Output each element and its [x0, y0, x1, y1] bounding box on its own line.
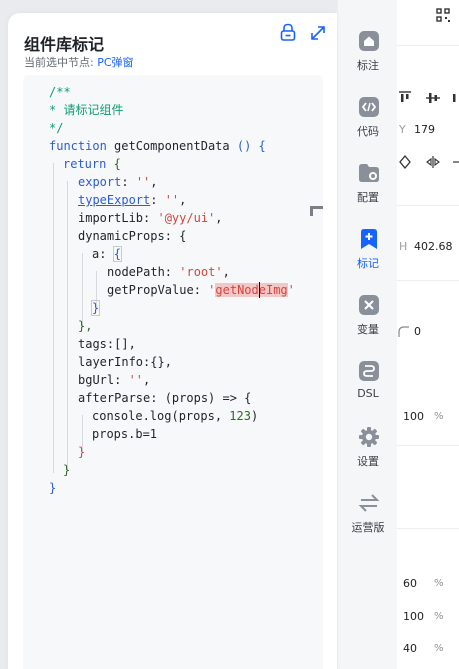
divider [397, 280, 459, 281]
code-line: tags:[], [78, 337, 136, 351]
tool-mark-label: 标记 [357, 257, 379, 270]
component-mark-card: 组件库标记 当前选中节点: PC弹窗 /** * 请标记组件 */ functi… [8, 13, 337, 669]
code-line: afterParse: (props) => { [78, 391, 252, 405]
value-2[interactable]: 100 [403, 610, 424, 623]
side-toolbar: 标注 代码 配置 标记 变量 DSL 设置 运营版 [337, 0, 397, 669]
tool-annotate[interactable]: 标注 [338, 30, 398, 86]
indent-guide [67, 181, 68, 471]
bookmark-add-icon [361, 229, 377, 249]
tool-config-label: 配置 [357, 191, 379, 204]
opacity-unit: % [434, 411, 444, 422]
app-root: Y 179 H 402.68 0 100 % 60 % 100 % 40 % 标… [0, 0, 459, 669]
card-title: 组件库标记 [24, 35, 105, 54]
value-1-unit: % [434, 578, 444, 589]
code-line: } [63, 463, 71, 477]
h-value[interactable]: 402.68 [414, 240, 453, 253]
value-3-unit: % [434, 643, 444, 654]
rotate-icon[interactable] [398, 155, 412, 169]
text-cursor [259, 282, 260, 298]
code-line: * 请标记组件 [49, 103, 124, 117]
code-line: bgUrl: '', [78, 373, 151, 387]
code-line: console.log(props, 123) [92, 409, 259, 423]
code-line: layerInfo:{}, [78, 355, 172, 369]
code-line: a: { [92, 246, 122, 262]
switch-arrows-icon [358, 494, 380, 512]
qrcode-icon[interactable] [436, 8, 450, 22]
tool-mark[interactable]: 标记 [338, 228, 398, 284]
tool-settings[interactable]: 设置 [338, 426, 398, 482]
code-line: return { [63, 157, 121, 171]
y-label: Y [399, 123, 406, 136]
tool-variable[interactable]: 变量 [338, 294, 398, 350]
dsl-icon [359, 361, 379, 381]
tool-config[interactable]: 配置 [338, 162, 398, 218]
tool-settings-label: 设置 [357, 455, 379, 468]
corner-radius-value[interactable]: 0 [414, 325, 421, 338]
code-line: dynamicProps: { [78, 229, 187, 243]
divider [397, 445, 459, 446]
variable-icon [359, 295, 379, 315]
h-label: H [399, 240, 408, 253]
flip-horizontal-icon[interactable] [426, 155, 440, 169]
code-line: nodePath: 'root', [107, 265, 230, 279]
value-2-unit: % [434, 611, 444, 622]
tool-annotate-label: 标注 [357, 59, 379, 72]
tool-code[interactable]: 代码 [338, 96, 398, 152]
code-line: /** [49, 85, 71, 99]
align-bottom-icon[interactable] [452, 91, 459, 105]
code-line: importLib: '@yy/ui', [78, 211, 223, 225]
opacity-value[interactable]: 100 [403, 410, 424, 423]
value-3[interactable]: 40 [403, 642, 417, 655]
code-line: function getComponentData () { [49, 139, 266, 153]
indent-guide [53, 163, 54, 473]
code-line: props.b=1 [92, 427, 158, 441]
align-left-icon[interactable] [398, 91, 412, 105]
gear-icon [359, 427, 379, 447]
selected-node-info: 当前选中节点: PC弹窗 [24, 54, 134, 70]
code-line: */ [49, 121, 64, 135]
divider [397, 205, 459, 206]
divider [397, 528, 459, 529]
selected-node-name[interactable]: PC弹窗 [97, 56, 133, 69]
align-center-vertical-icon[interactable] [426, 91, 440, 105]
indent-guide [82, 253, 83, 327]
code-line: } [78, 445, 86, 459]
tool-variable-label: 变量 [357, 323, 379, 336]
code-line: typeExport: '', [78, 193, 187, 207]
code-line: } [49, 481, 57, 495]
folder-settings-icon [359, 164, 379, 182]
code-editor[interactable]: /** * 请标记组件 */ function getComponentData… [23, 75, 323, 669]
divider [397, 45, 459, 46]
tool-ops-version[interactable]: 运营版 [338, 492, 398, 548]
tool-code-label: 代码 [357, 125, 379, 138]
code-line: getPropValue: 'getNodeImg' [107, 283, 295, 297]
corner-radius-icon [398, 326, 409, 337]
tool-ops-version-label: 运营版 [351, 521, 385, 534]
home-icon [359, 31, 379, 51]
scrollbar-marker-tick [310, 206, 313, 216]
expand-icon[interactable] [309, 24, 327, 42]
selected-node-prefix: 当前选中节点: [24, 56, 94, 69]
code-line: }, [78, 319, 93, 333]
code-icon [359, 97, 379, 117]
lock-icon[interactable] [280, 23, 296, 41]
code-line: } [90, 300, 101, 316]
value-1[interactable]: 60 [403, 577, 417, 590]
flip-vertical-icon[interactable] [452, 155, 459, 169]
y-value[interactable]: 179 [414, 123, 435, 136]
code-line: export: '', [78, 175, 158, 189]
tool-dsl-label: DSL [357, 387, 379, 400]
tool-dsl[interactable]: DSL [338, 360, 398, 416]
